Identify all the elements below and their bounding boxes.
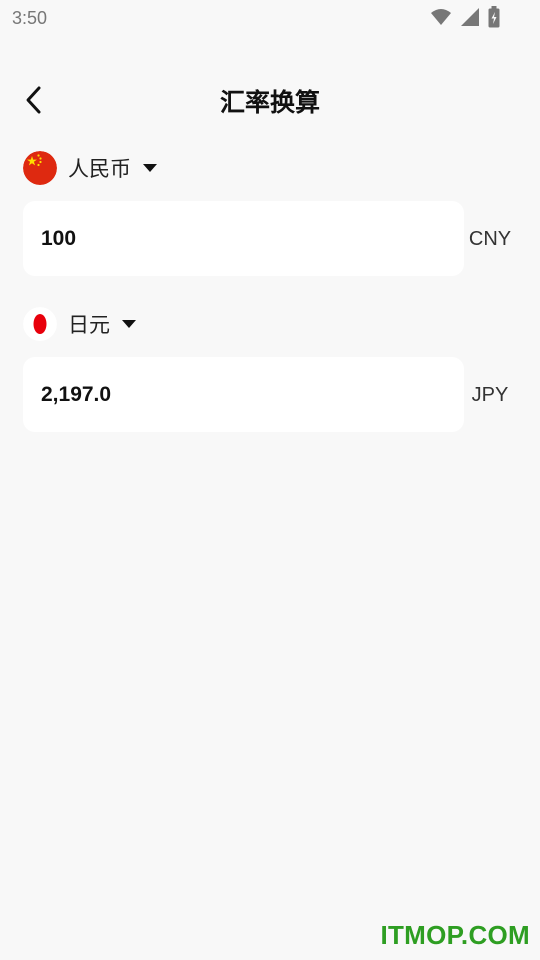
wifi-icon — [431, 9, 451, 25]
status-bar: 3:50 — [0, 0, 540, 38]
from-currency-code: CNY — [468, 228, 512, 250]
from-currency-name: 人民币 — [68, 157, 131, 181]
status-time: 3:50 — [12, 8, 48, 28]
status-icons — [430, 6, 500, 28]
to-currency-name: 日元 — [68, 313, 110, 337]
china-flag-icon — [23, 151, 57, 185]
caret-down-icon — [122, 320, 136, 328]
from-amount-field[interactable]: 100 — [23, 201, 464, 276]
to-amount-field[interactable]: 2,197.0 — [23, 357, 464, 432]
to-currency-selector[interactable]: 日元 — [23, 306, 136, 342]
cellular-signal-icon — [461, 8, 479, 26]
page-title: 汇率换算 — [219, 88, 320, 117]
from-amount-value: 100 — [41, 226, 77, 250]
to-amount-value: 2,197.0 — [41, 382, 112, 406]
caret-down-icon — [143, 164, 157, 172]
watermark: ITMOP.COM — [380, 920, 530, 950]
from-currency-selector[interactable]: 人民币 — [23, 150, 157, 186]
japan-flag-icon — [23, 307, 57, 341]
to-currency-code: JPY — [471, 384, 509, 406]
title-bar: 汇率换算 — [0, 70, 540, 130]
battery-charging-icon — [488, 6, 500, 28]
